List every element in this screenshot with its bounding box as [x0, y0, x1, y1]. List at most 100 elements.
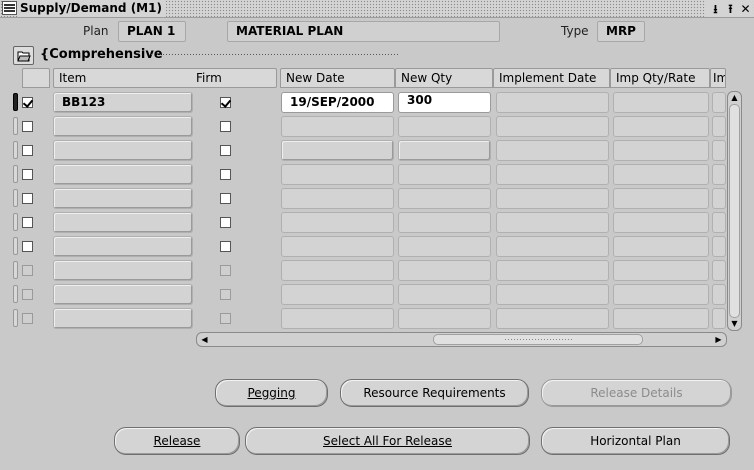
truncated-cell[interactable]	[712, 188, 726, 209]
resource-requirements-button[interactable]: Resource Requirements	[340, 379, 529, 407]
new-qty-cell[interactable]	[398, 116, 491, 137]
vertical-scrollbar[interactable]: ▲ ▼	[727, 91, 742, 331]
imp-qty-rate-cell[interactable]	[613, 236, 709, 257]
column-header-new-date[interactable]: New Date	[280, 68, 395, 88]
imp-qty-rate-cell[interactable]	[613, 92, 709, 113]
close-icon[interactable]: ✕	[739, 2, 752, 16]
implement-date-cell[interactable]	[496, 308, 609, 329]
row-indicator[interactable]	[13, 189, 18, 207]
imp-qty-rate-cell[interactable]	[613, 116, 709, 137]
scroll-down-icon[interactable]: ▼	[728, 320, 741, 328]
row-indicator[interactable]	[13, 285, 18, 303]
item-cell[interactable]	[53, 260, 193, 281]
truncated-cell[interactable]	[712, 284, 726, 305]
item-cell[interactable]: BB123	[53, 92, 193, 113]
truncated-cell[interactable]	[712, 260, 726, 281]
new-date-cell[interactable]	[281, 284, 394, 305]
column-header-implement-date[interactable]: Implement Date	[493, 68, 610, 88]
truncated-cell[interactable]	[712, 212, 726, 233]
row-select-checkbox[interactable]	[22, 145, 33, 156]
vertical-scroll-thumb[interactable]	[729, 104, 740, 318]
imp-qty-rate-cell[interactable]	[613, 140, 709, 161]
firm-checkbox[interactable]	[220, 241, 231, 252]
firm-checkbox[interactable]	[220, 265, 231, 276]
maximize-icon[interactable]: ⭱	[724, 2, 737, 16]
firm-checkbox[interactable]	[220, 217, 231, 228]
column-header-new-qty[interactable]: New Qty	[395, 68, 493, 88]
truncated-cell[interactable]	[712, 164, 726, 185]
new-date-cell[interactable]	[281, 260, 394, 281]
row-select-checkbox[interactable]	[22, 313, 33, 324]
imp-qty-rate-cell[interactable]	[613, 260, 709, 281]
item-cell[interactable]	[53, 284, 193, 305]
minimize-icon[interactable]: ⭳	[709, 2, 722, 16]
firm-checkbox[interactable]	[220, 313, 231, 324]
imp-qty-rate-cell[interactable]	[613, 284, 709, 305]
new-date-cell[interactable]	[281, 212, 394, 233]
item-cell[interactable]	[53, 164, 193, 185]
row-indicator[interactable]	[13, 117, 18, 135]
horizontal-scroll-thumb[interactable]	[433, 334, 643, 345]
item-cell[interactable]	[53, 236, 193, 257]
row-indicator[interactable]	[13, 237, 18, 255]
horizontal-scrollbar[interactable]: ◀ ▶	[196, 332, 727, 347]
row-select-checkbox[interactable]	[22, 121, 33, 132]
item-cell[interactable]	[53, 116, 193, 137]
truncated-cell[interactable]	[712, 140, 726, 161]
firm-checkbox[interactable]	[220, 169, 231, 180]
new-qty-cell[interactable]	[398, 140, 491, 161]
new-qty-cell[interactable]	[398, 164, 491, 185]
row-select-checkbox[interactable]	[22, 265, 33, 276]
select-all-header[interactable]	[22, 68, 50, 88]
row-select-checkbox[interactable]	[22, 169, 33, 180]
type-field[interactable]: MRP	[597, 21, 645, 42]
new-date-cell[interactable]	[281, 164, 394, 185]
title-bar[interactable]: Supply/Demand (M1) ⭳ ⭱ ✕	[0, 0, 754, 18]
column-header-truncated[interactable]: Im	[710, 68, 726, 88]
truncated-cell[interactable]	[712, 236, 726, 257]
folder-open-button[interactable]	[13, 46, 34, 65]
new-date-cell[interactable]	[281, 116, 394, 137]
implement-date-cell[interactable]	[496, 260, 609, 281]
scroll-up-icon[interactable]: ▲	[728, 94, 741, 102]
new-date-cell[interactable]	[281, 140, 394, 161]
new-date-cell[interactable]: 19/SEP/2000	[281, 92, 394, 113]
item-cell[interactable]	[53, 212, 193, 233]
implement-date-cell[interactable]	[496, 236, 609, 257]
scroll-right-icon[interactable]: ▶	[712, 336, 725, 344]
row-indicator[interactable]	[13, 165, 18, 183]
firm-checkbox[interactable]	[220, 97, 231, 108]
imp-qty-rate-cell[interactable]	[613, 164, 709, 185]
new-qty-cell[interactable]	[398, 260, 491, 281]
row-select-checkbox[interactable]	[22, 193, 33, 204]
row-indicator-current[interactable]	[13, 93, 18, 111]
new-qty-cell[interactable]	[398, 284, 491, 305]
truncated-cell[interactable]	[712, 92, 726, 113]
row-indicator[interactable]	[13, 141, 18, 159]
implement-date-cell[interactable]	[496, 116, 609, 137]
new-date-cell[interactable]	[281, 308, 394, 329]
select-all-for-release-button[interactable]: Select All For Release	[245, 427, 530, 455]
implement-date-cell[interactable]	[496, 212, 609, 233]
item-cell[interactable]	[53, 140, 193, 161]
firm-checkbox[interactable]	[220, 145, 231, 156]
column-header-imp-qty-rate[interactable]: Imp Qty/Rate	[610, 68, 710, 88]
new-qty-cell[interactable]	[398, 188, 491, 209]
row-indicator[interactable]	[13, 309, 18, 327]
imp-qty-rate-cell[interactable]	[613, 212, 709, 233]
scroll-left-icon[interactable]: ◀	[198, 336, 211, 344]
pegging-button[interactable]: Pegging	[215, 379, 328, 407]
imp-qty-rate-cell[interactable]	[613, 308, 709, 329]
truncated-cell[interactable]	[712, 116, 726, 137]
column-header-item[interactable]: Item Firm	[53, 68, 277, 88]
truncated-cell[interactable]	[712, 308, 726, 329]
firm-checkbox[interactable]	[220, 193, 231, 204]
row-select-checkbox[interactable]	[22, 97, 33, 108]
horizontal-plan-button[interactable]: Horizontal Plan	[541, 427, 730, 455]
new-qty-cell[interactable]	[398, 308, 491, 329]
implement-date-cell[interactable]	[496, 284, 609, 305]
implement-date-cell[interactable]	[496, 164, 609, 185]
implement-date-cell[interactable]	[496, 92, 609, 113]
firm-checkbox[interactable]	[220, 121, 231, 132]
release-button[interactable]: Release	[114, 427, 240, 455]
